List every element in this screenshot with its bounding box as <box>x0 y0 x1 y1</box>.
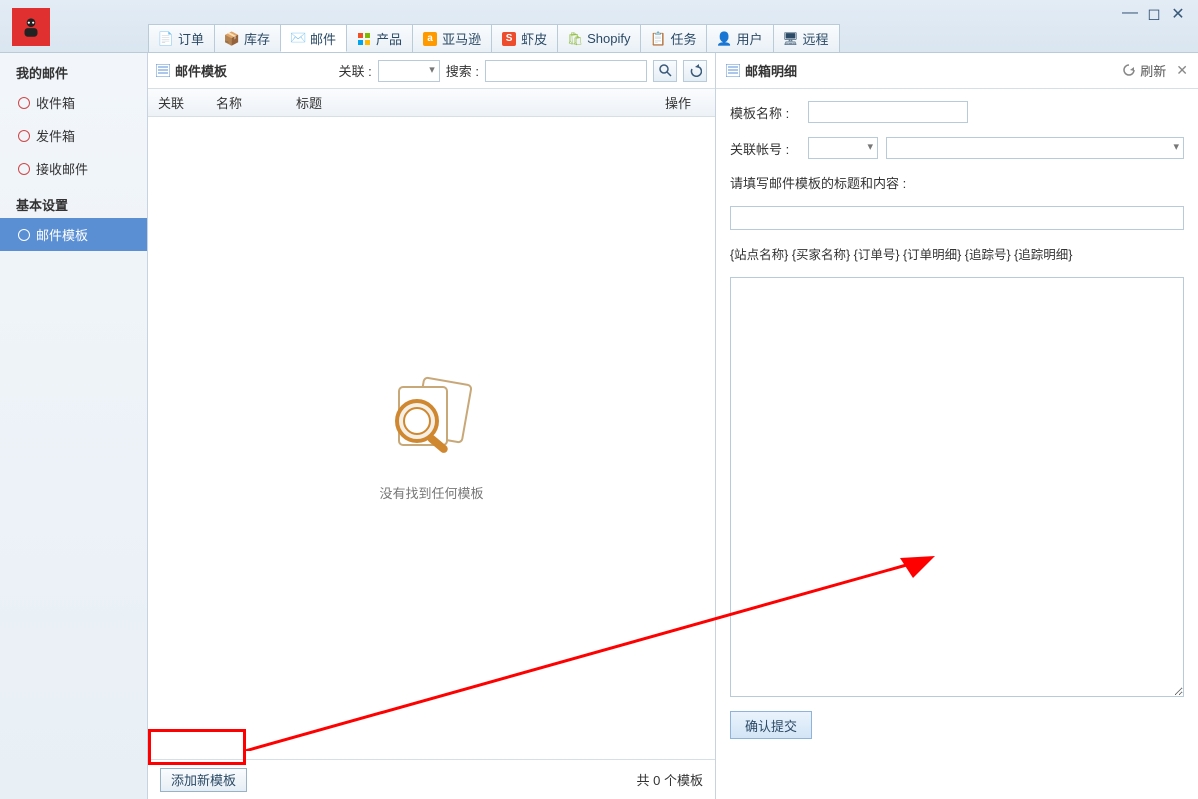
tasks-icon: 📋 <box>651 32 665 46</box>
col-title: 标题 <box>286 93 655 112</box>
col-action: 操作 <box>655 93 715 112</box>
sidebar: 我的邮件 收件箱 发件箱 接收邮件 基本设置 邮件模板 <box>0 53 148 799</box>
tab-orders[interactable]: 📄订单 <box>148 24 215 52</box>
amazon-icon: a <box>423 32 437 46</box>
circle-icon <box>18 97 30 109</box>
users-icon: 👤 <box>717 32 731 46</box>
table-header: 关联 名称 标题 操作 <box>148 89 715 117</box>
tab-shopify[interactable]: 🛍Shopify <box>557 24 641 52</box>
tab-inventory[interactable]: 📦库存 <box>214 24 281 52</box>
search-label: 搜索 : <box>446 61 479 80</box>
tab-users[interactable]: 👤用户 <box>706 24 773 52</box>
template-name-input[interactable] <box>808 101 968 123</box>
avatar <box>12 8 50 46</box>
related-label: 关联 : <box>339 61 372 80</box>
search-button[interactable] <box>653 60 677 82</box>
center-title: 邮件模板 <box>175 61 227 80</box>
tab-tasks[interactable]: 📋任务 <box>640 24 707 52</box>
sidebar-item-receive[interactable]: 接收邮件 <box>0 152 147 185</box>
col-name: 名称 <box>206 93 286 112</box>
account-type-combo[interactable] <box>808 137 878 159</box>
submit-button[interactable]: 确认提交 <box>730 711 812 739</box>
undo-button[interactable] <box>683 60 707 82</box>
sidebar-item-outbox[interactable]: 发件箱 <box>0 119 147 152</box>
account-label: 关联帐号 : <box>730 139 800 158</box>
mail-icon: ✉️ <box>291 31 305 45</box>
tab-products[interactable]: 产品 <box>346 24 413 52</box>
empty-text: 没有找到任何模板 <box>379 483 483 502</box>
main-tabs: 📄订单 📦库存 ✉️邮件 产品 a亚马逊 S虾皮 🛍Shopify 📋任务 👤用… <box>148 24 839 52</box>
remote-icon: 🖥 <box>784 32 798 46</box>
tab-mail[interactable]: ✉️邮件 <box>280 24 347 52</box>
template-variables: {站点名称} {买家名称} {订单号} {订单明细} {追踪号} {追踪明细} <box>730 244 1184 263</box>
refresh-button[interactable]: 刷新 <box>1123 61 1166 80</box>
sidebar-group-mymail: 我的邮件 <box>0 53 147 86</box>
right-title: 邮箱明细 <box>745 61 797 80</box>
add-template-button[interactable]: 添加新模板 <box>160 768 247 792</box>
minimize-button[interactable]: — <box>1118 4 1142 24</box>
template-name-label: 模板名称 : <box>730 103 800 122</box>
circle-icon <box>18 163 30 175</box>
related-combo[interactable] <box>378 60 440 82</box>
products-icon <box>357 32 371 46</box>
sidebar-item-templates[interactable]: 邮件模板 <box>0 218 147 251</box>
empty-icon <box>377 375 487 465</box>
circle-icon <box>18 229 30 241</box>
circle-icon <box>18 130 30 142</box>
tab-amazon[interactable]: a亚马逊 <box>412 24 492 52</box>
template-title-input[interactable] <box>730 206 1184 230</box>
close-button[interactable]: ✕ <box>1166 4 1190 24</box>
form-hint: 请填写邮件模板的标题和内容 : <box>730 173 1184 192</box>
empty-state: 没有找到任何模板 <box>148 117 715 759</box>
shopee-icon: S <box>502 32 516 46</box>
template-count: 共 0 个模板 <box>637 770 703 789</box>
col-related: 关联 <box>148 93 206 112</box>
shopify-icon: 🛍 <box>568 32 582 46</box>
search-icon <box>659 64 672 77</box>
list-icon <box>726 64 740 77</box>
account-select-combo[interactable] <box>886 137 1184 159</box>
maximize-button[interactable]: ◻ <box>1142 4 1166 24</box>
tab-shopee[interactable]: S虾皮 <box>491 24 558 52</box>
undo-icon <box>689 64 702 77</box>
sidebar-item-inbox[interactable]: 收件箱 <box>0 86 147 119</box>
inventory-icon: 📦 <box>225 32 239 46</box>
list-icon <box>156 64 170 77</box>
refresh-icon <box>1123 64 1136 77</box>
order-icon: 📄 <box>159 32 173 46</box>
tab-remote[interactable]: 🖥远程 <box>773 24 840 52</box>
sidebar-group-settings: 基本设置 <box>0 185 147 218</box>
search-input[interactable] <box>485 60 647 82</box>
panel-close-button[interactable]: ✕ <box>1176 62 1188 79</box>
template-content-textarea[interactable] <box>730 277 1184 697</box>
